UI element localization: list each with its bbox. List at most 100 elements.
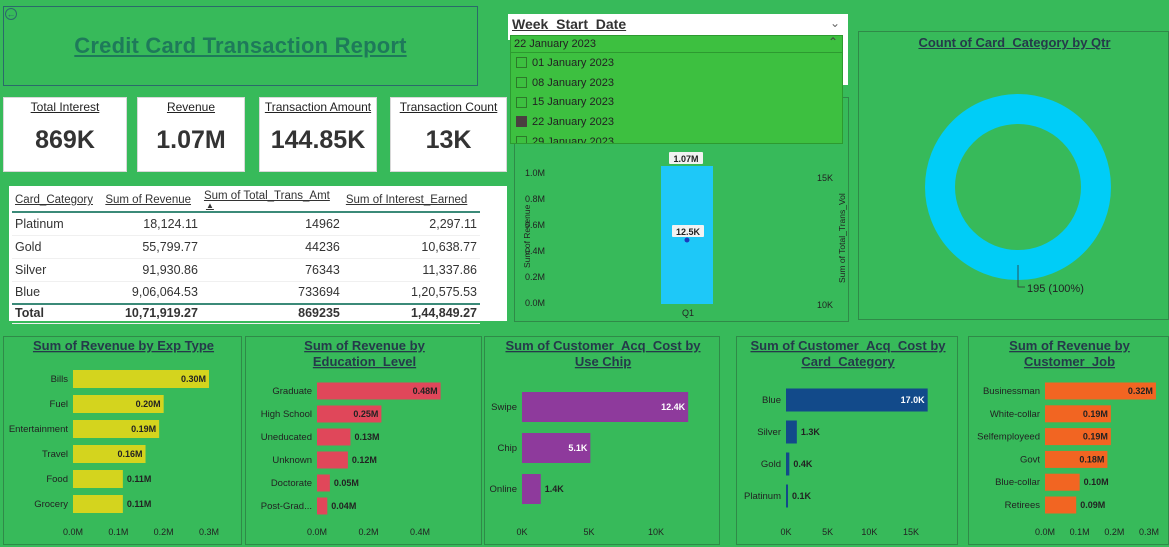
category-label: Food <box>46 474 68 485</box>
x-tick: 15K <box>903 527 919 537</box>
table-cell: 76343 <box>200 258 343 282</box>
bar[interactable] <box>786 420 797 444</box>
data-label: 0.30M <box>181 374 206 384</box>
slicer-scrollbar[interactable] <box>843 40 848 85</box>
kpi-card-transaction-count: Transaction Count 13K <box>390 97 507 172</box>
x-tick: 5K <box>583 527 594 537</box>
bar[interactable] <box>1045 473 1080 491</box>
data-label: 17.0K <box>901 395 926 405</box>
sort-ascending-icon: ▲ <box>205 201 214 210</box>
kpi-label: Total Interest <box>30 100 100 114</box>
column-header-revenue[interactable]: Sum of Revenue <box>102 186 201 213</box>
slicer-option[interactable]: 22 January 2023 <box>511 112 842 132</box>
table-row: Platinum 18,124.11 14962 2,297.11 <box>12 212 480 236</box>
slicer-option[interactable]: 08 January 2023 <box>511 73 842 93</box>
bar[interactable] <box>317 428 351 446</box>
bar-chart-panel: Sum of Revenue by Customer_Job Businessman… <box>968 336 1169 545</box>
checkbox[interactable] <box>516 77 527 89</box>
category-label: Post-Grad... <box>261 501 312 512</box>
category-label: Graduate <box>272 386 312 397</box>
bar[interactable] <box>73 470 123 488</box>
chart-title: Sum of Customer_Acq_Cost by <box>750 338 946 353</box>
y-tick: 0.8M <box>525 194 545 204</box>
data-label: 0.05M <box>334 478 359 488</box>
column-header-total-trans-amt[interactable]: Sum of Total_Trans_Amt ▲ <box>200 186 343 213</box>
data-label: 0.09M <box>1080 500 1105 510</box>
bar[interactable] <box>317 474 330 492</box>
data-label: 0.25M <box>353 409 378 419</box>
x-tick: 0.0M <box>63 527 83 537</box>
data-label: 0.16M <box>118 449 143 459</box>
back-arrow-icon[interactable]: ← <box>5 8 17 20</box>
column-header-card-category[interactable]: Card_Category <box>12 186 103 213</box>
bar[interactable] <box>1045 496 1077 514</box>
option-label: 08 January 2023 <box>532 76 614 89</box>
slicer-option[interactable]: 15 January 2023 <box>511 92 842 112</box>
data-label: 1.4K <box>545 484 565 494</box>
kpi-value: 13K <box>425 126 472 154</box>
chevron-down-icon[interactable]: ⌄ <box>830 16 840 30</box>
chart-title: Sum of Revenue by <box>1009 338 1130 353</box>
data-label: 1.3K <box>801 427 821 437</box>
data-label: 0.18M <box>1079 454 1104 464</box>
option-label: 01 January 2023 <box>532 56 614 69</box>
option-label: 22 January 2023 <box>532 115 614 128</box>
report-title-box: Credit Card Transaction Report <box>3 6 478 86</box>
category-label: High School <box>261 409 312 420</box>
table-cell: 14962 <box>200 212 343 236</box>
checkbox-checked[interactable] <box>516 116 527 128</box>
checkbox[interactable] <box>516 57 527 69</box>
bar[interactable] <box>522 474 541 504</box>
category-label: Selfemployeed <box>977 432 1040 443</box>
x-tick: 10K <box>648 527 664 537</box>
bar[interactable] <box>786 484 788 508</box>
chart-title: Sum of Customer_Acq_Cost by <box>505 338 701 353</box>
slicer-option[interactable]: 29 January 2023 <box>511 132 842 143</box>
bar[interactable] <box>73 495 123 513</box>
data-label: 12.4K <box>661 402 686 412</box>
table-cell: 55,799.77 <box>102 235 201 259</box>
table-cell: 10,638.77 <box>342 235 480 259</box>
x-tick: 0.1M <box>108 527 128 537</box>
table-cell: 10,71,919.27 <box>102 303 201 324</box>
donut-slice[interactable] <box>925 94 1111 280</box>
slicer-selected-value[interactable]: 22 January 2023 ⌃ <box>511 36 842 53</box>
chart-title: Card_Category <box>801 354 895 369</box>
category-label: Silver <box>757 427 781 438</box>
chevron-up-icon[interactable]: ⌃ <box>828 36 838 50</box>
bar[interactable] <box>317 497 328 515</box>
table-cell: 9,06,064.53 <box>102 281 201 305</box>
bar[interactable] <box>317 451 348 469</box>
bar-chart-panel: Sum of Customer_Acq_Cost by Card_Category… <box>736 336 958 545</box>
slicer-dropdown[interactable]: 22 January 2023 ⌃ 01 January 2023 08 Jan… <box>510 35 843 144</box>
category-label: Travel <box>42 449 68 460</box>
category-label: Bills <box>51 374 69 385</box>
table-cell: Total <box>12 303 103 324</box>
selected-value-text: 22 January 2023 <box>514 38 596 50</box>
card-category-table: Card_Category Sum of Revenue Sum of Tota… <box>9 186 507 324</box>
checkbox[interactable] <box>516 136 527 143</box>
slicer-option[interactable]: 01 January 2023 <box>511 53 842 73</box>
category-label: Businessman <box>983 386 1040 397</box>
x-tick: Q1 <box>682 308 694 318</box>
kpi-value: 869K <box>35 126 95 154</box>
bar-chart-panel: Sum of Customer_Acq_Cost by Use Chip Swipe… <box>484 336 720 545</box>
x-tick: 0.3M <box>1139 527 1159 537</box>
slicer-title: Week_Start_Date <box>512 16 627 32</box>
column-header-interest-earned[interactable]: Sum of Interest_Earned <box>342 186 480 213</box>
table-cell: Silver <box>12 258 103 282</box>
checkbox[interactable] <box>516 96 527 108</box>
category-label: Grocery <box>34 499 68 510</box>
data-label: 0.04M <box>331 501 356 511</box>
bar[interactable] <box>786 452 790 476</box>
kpi-card-revenue: Revenue 1.07M <box>137 97 245 172</box>
chart-title: Sum of Revenue by <box>304 338 425 353</box>
kpi-label: Transaction Count <box>399 100 498 114</box>
category-label: Gold <box>761 459 781 470</box>
x-tick: 0.2M <box>358 527 378 537</box>
donut-data-label: 195 (100%) <box>1027 283 1084 295</box>
table-cell: 91,930.86 <box>102 258 201 282</box>
line-value-label: 12.5K <box>676 227 701 237</box>
line-point[interactable] <box>684 237 690 243</box>
y2-tick: 10K <box>817 300 833 310</box>
